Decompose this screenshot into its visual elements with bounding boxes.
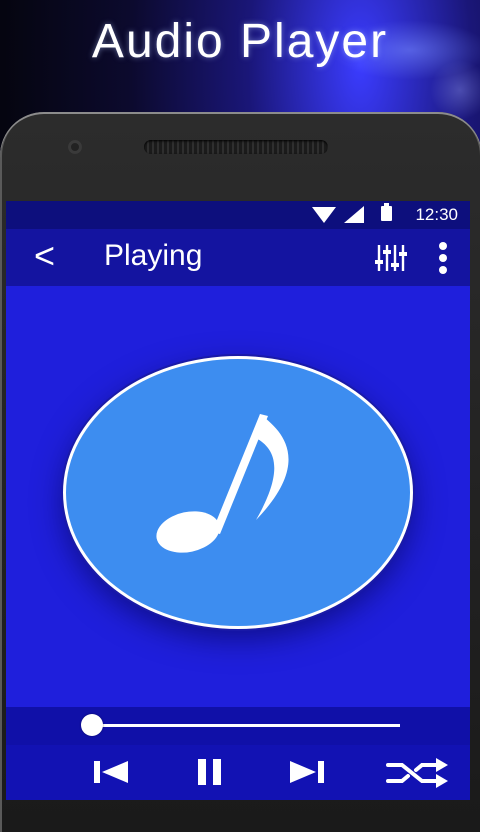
back-button[interactable]: <	[34, 237, 55, 275]
music-note-icon	[156, 414, 289, 553]
status-bar: 12:30	[6, 201, 470, 229]
status-time: 12:30	[415, 205, 458, 224]
seek-bar-thumb[interactable]	[81, 714, 104, 736]
equalizer-icon[interactable]	[374, 243, 408, 273]
promo-title: Audio Player	[91, 15, 389, 68]
earpiece-speaker	[144, 140, 328, 154]
background-glow-small	[430, 60, 480, 120]
previous-icon[interactable]	[92, 757, 130, 787]
overflow-menu-icon[interactable]	[434, 241, 452, 275]
page-title: Playing	[104, 239, 203, 272]
toolbar: < Playing	[6, 229, 470, 286]
signal-icon	[344, 206, 364, 223]
front-camera	[68, 140, 82, 154]
playback-controls	[6, 745, 470, 800]
seek-bar-track[interactable]	[86, 724, 400, 727]
pause-icon[interactable]	[196, 757, 224, 787]
seek-bar-area	[6, 707, 470, 745]
shuffle-icon[interactable]	[386, 757, 450, 789]
next-icon[interactable]	[288, 757, 326, 787]
album-art-area	[6, 286, 470, 707]
app-screen: 12:30 < Playing	[6, 201, 470, 800]
wifi-icon	[312, 207, 336, 223]
battery-icon	[381, 203, 392, 221]
